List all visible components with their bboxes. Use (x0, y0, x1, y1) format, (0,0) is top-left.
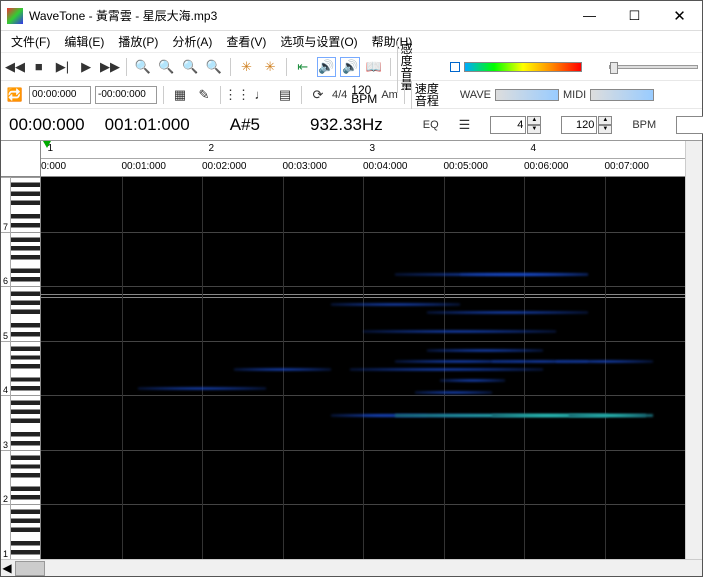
timesig-label: 4/4 (332, 89, 347, 101)
length-display: 001:01:000 (105, 115, 190, 135)
key-octave (11, 286, 40, 341)
val2-spinner[interactable]: ▲▼ (598, 116, 612, 134)
toolbar-time: 🔁 00:00:000 -00:00:000 ▦ ✎ ⋮⋮ ♩ ▤ ⟳ 4/4 … (1, 81, 702, 109)
grid1-icon[interactable]: ▦ (170, 85, 190, 105)
key-octave (11, 504, 40, 559)
time-label: 0:000 (41, 161, 66, 172)
wave-label: WAVE (460, 89, 491, 101)
menu-view[interactable]: 查看(V) (220, 31, 272, 52)
zoom-in-v-icon[interactable]: 🔍 (180, 57, 200, 77)
eq-icon[interactable]: ☰ (459, 115, 471, 135)
bars-icon[interactable]: ▤ (275, 85, 295, 105)
status-bar: 00:00:000 001:01:000 A#5 932.33Hz EQ ☰ ▲… (1, 109, 702, 141)
color-indicator (450, 62, 460, 72)
book-icon[interactable]: 📖 (364, 57, 384, 77)
time-label: 00:03:000 (283, 161, 328, 172)
bpm-input[interactable] (676, 116, 703, 134)
speaker-r-icon[interactable]: 🔊 (340, 57, 360, 77)
maximize-button[interactable]: ☐ (612, 1, 657, 30)
time-label: 00:04:000 (363, 161, 408, 172)
val1-input[interactable] (490, 116, 526, 134)
time-end-input[interactable]: -00:00:000 (95, 86, 157, 104)
volume-slider[interactable] (609, 65, 698, 69)
speed-pitch-label: 速度音程 (411, 81, 442, 109)
loop-icon[interactable]: 🔁 (5, 85, 25, 105)
octave-label: 7 (1, 177, 10, 232)
refresh-icon[interactable]: ⟳ (308, 85, 328, 105)
midi-slider[interactable] (590, 89, 654, 101)
time-label: 00:01:000 (122, 161, 167, 172)
menu-play[interactable]: 播放(P) (112, 31, 164, 52)
step-button[interactable]: ▶| (53, 57, 73, 77)
key-octave (11, 450, 40, 505)
zoom-out-v-icon[interactable]: 🔍 (204, 57, 224, 77)
marker-b-icon[interactable]: ✳ (260, 57, 280, 77)
menu-file[interactable]: 文件(F) (5, 31, 56, 52)
time-label: 00:06:000 (524, 161, 569, 172)
bar-number: 1 (47, 143, 53, 154)
time-start-input[interactable]: 00:00:000 (29, 86, 91, 104)
wave-slider[interactable] (495, 89, 559, 101)
sensitivity-gradient[interactable] (464, 62, 582, 72)
eq-label: EQ (423, 119, 439, 131)
note-display: A#5 (230, 115, 260, 135)
key-octave (11, 395, 40, 450)
key-octave (11, 177, 40, 232)
pencil-icon[interactable]: ✎ (194, 85, 214, 105)
bpm-label: BPM (632, 119, 656, 131)
time-label: 00:02:000 (202, 161, 247, 172)
menu-analyze[interactable]: 分析(A) (166, 31, 218, 52)
key-octave (11, 232, 40, 287)
stop-button[interactable]: ■ (29, 57, 49, 77)
time-label: 00:05:000 (444, 161, 489, 172)
menu-edit[interactable]: 编辑(E) (58, 31, 110, 52)
scrollbar-vertical[interactable] (685, 141, 702, 559)
scrollbar-horizontal[interactable]: ◀ (1, 559, 702, 576)
octave-label: 1 (1, 504, 10, 559)
marker-a-icon[interactable]: ✳ (237, 57, 257, 77)
minimize-button[interactable]: — (567, 1, 612, 30)
piano-roll: 1234567 (1, 141, 41, 559)
window-title: WaveTone - 黃霄雲 - 星辰大海.mp3 (29, 7, 567, 24)
bar-number: 4 (530, 143, 536, 154)
position-display: 00:00:000 (9, 115, 85, 135)
forward-button[interactable]: ▶▶ (100, 57, 120, 77)
key-octave (11, 341, 40, 396)
toolbar-playback: ◀◀ ■ ▶| ▶ ▶▶ 🔍 🔍 🔍 🔍 ✳ ✳ ⇤ 🔊 🔊 📖 感度音量 (1, 53, 702, 81)
app-logo (7, 8, 23, 24)
octave-label: 5 (1, 286, 10, 341)
zoom-in-h-icon[interactable]: 🔍 (133, 57, 153, 77)
time-label: 00:07:000 (605, 161, 650, 172)
play-button[interactable]: ▶ (76, 57, 96, 77)
grid2-icon[interactable]: ⋮⋮ (227, 85, 247, 105)
bar-number: 2 (208, 143, 214, 154)
bar-number: 3 (369, 143, 375, 154)
spectrogram[interactable] (41, 177, 685, 559)
freq-display: 932.33Hz (310, 115, 383, 135)
rewind-button[interactable]: ◀◀ (5, 57, 25, 77)
key-label: Am (381, 89, 398, 101)
speaker-l-icon[interactable]: 🔊 (317, 57, 337, 77)
zoom-out-h-icon[interactable]: 🔍 (157, 57, 177, 77)
menu-options[interactable]: 选项与设置(O) (274, 31, 363, 52)
octave-label: 6 (1, 232, 10, 287)
loop-a-icon[interactable]: ⇤ (293, 57, 313, 77)
val1-spinner[interactable]: ▲▼ (527, 116, 541, 134)
note-icon[interactable]: ♩ (251, 85, 271, 105)
close-button[interactable]: ✕ (657, 1, 702, 30)
time-ruler[interactable]: 1 2 3 4 0:000 00:01:000 00:02:000 00:03:000 00:… (41, 141, 685, 177)
octave-label: 4 (1, 341, 10, 396)
val2-input[interactable] (561, 116, 597, 134)
menu-bar: 文件(F) 编辑(E) 播放(P) 分析(A) 查看(V) 选项与设置(O) 帮… (1, 31, 702, 53)
octave-label: 3 (1, 395, 10, 450)
octave-label: 2 (1, 450, 10, 505)
midi-label: MIDI (563, 89, 586, 101)
